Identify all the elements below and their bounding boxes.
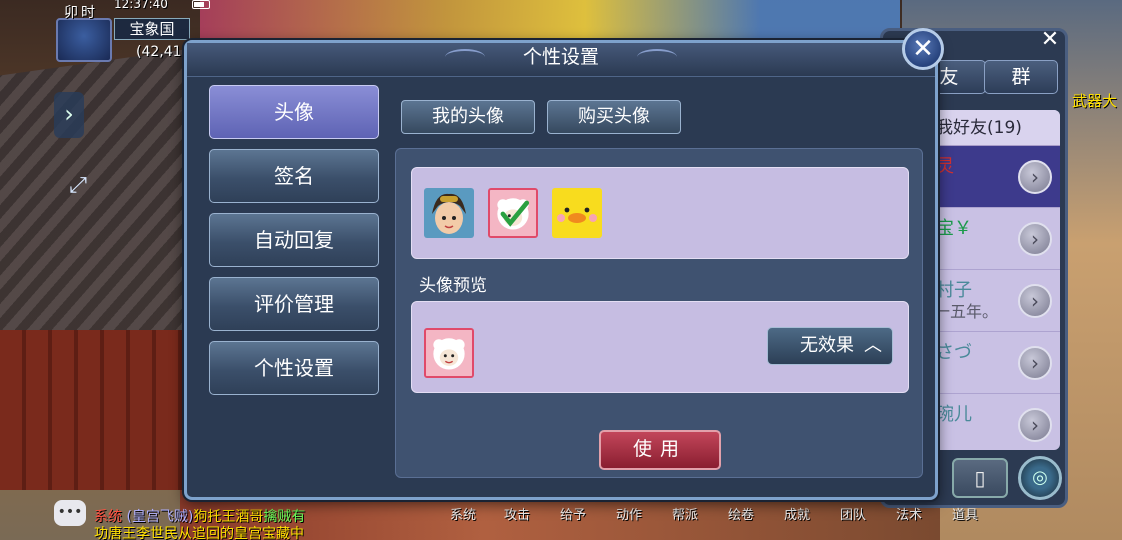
weapon-npc-label: 武器大 [1072, 92, 1118, 110]
menu-achievement[interactable]: 成就 [784, 504, 810, 523]
avatar-preview-image [424, 328, 474, 378]
friend-name: 琬儿 [936, 404, 972, 425]
chevron-right-icon[interactable]: › [1018, 222, 1052, 256]
effect-dropdown-label: 无效果 [800, 335, 854, 356]
friend-row[interactable]: 灵 › [934, 146, 1060, 208]
menu-items[interactable]: 道具 [952, 504, 978, 523]
friend-list-header[interactable]: 我好友(19) [934, 110, 1060, 146]
expand-left-arrow-icon[interactable]: › [54, 92, 84, 138]
avatar-option-hero[interactable] [424, 188, 474, 238]
clock-label: 12:37:40 [114, 0, 168, 11]
chevron-up-icon: ︿ [864, 335, 882, 356]
player-avatar[interactable] [56, 18, 112, 62]
dialog-titlebar: 个性设置 [187, 43, 935, 77]
effect-dropdown[interactable]: 无效果 ︿ [767, 327, 893, 365]
shichen-label: 卯时 [64, 5, 98, 21]
battery-icon [192, 0, 210, 9]
location-coords: (42,41 [136, 44, 182, 60]
tab-groups[interactable]: 群 [984, 60, 1058, 94]
menu-skill[interactable]: 法术 [896, 504, 922, 523]
menu-system[interactable]: 系统 [450, 504, 476, 523]
menu-scroll[interactable]: 绘卷 [728, 504, 754, 523]
avatar-option-sheep-selected[interactable] [488, 188, 538, 238]
friend-name: 宝￥ [936, 218, 972, 239]
location-name[interactable]: 宝象国 [114, 18, 190, 40]
menu-action[interactable]: 动作 [616, 504, 642, 523]
personal-settings-dialog: 个性设置 头像 签名 自动回复 评价管理 个性设置 我的头像 购买头像 头像预览… [184, 40, 938, 500]
chevron-right-icon[interactable]: › [1018, 408, 1052, 442]
friend-panel-close-icon[interactable]: ✕ [1033, 26, 1067, 56]
tab-buy-avatars[interactable]: 购买头像 [547, 100, 681, 134]
menu-team[interactable]: 团队 [840, 504, 866, 523]
chevron-right-icon[interactable]: › [1018, 160, 1052, 194]
dialog-close-icon[interactable]: ✕ [902, 28, 944, 70]
chevron-right-icon[interactable]: › [1018, 284, 1052, 318]
fullscreen-expand-icon[interactable]: ⤢ [58, 166, 98, 206]
friend-row[interactable]: 宝￥ › [934, 208, 1060, 270]
nav-auto-reply[interactable]: 自动回复 [209, 213, 379, 267]
menu-give[interactable]: 给予 [560, 504, 586, 523]
friend-row[interactable]: さづ › [934, 332, 1060, 394]
avatar-grid [411, 167, 909, 259]
menu-guild[interactable]: 帮派 [672, 504, 698, 523]
friend-row[interactable]: 琬儿 › [934, 394, 1060, 450]
friend-name: さづ [936, 342, 972, 363]
friend-signature: 一五年。 [934, 302, 999, 321]
chat-bubble-icon[interactable]: ◎ [1018, 456, 1062, 500]
dialog-title: 个性设置 [522, 46, 599, 68]
tab-my-avatars[interactable]: 我的头像 [401, 100, 535, 134]
chat-icon[interactable]: ••• [54, 500, 86, 526]
menu-attack[interactable]: 攻击 [504, 504, 530, 523]
friend-name: 灵 [936, 156, 954, 177]
nav-avatar[interactable]: 头像 [209, 85, 379, 139]
world-top-scenery [200, 0, 900, 45]
nav-personal-settings[interactable]: 个性设置 [209, 341, 379, 395]
avatar-preview-label: 头像预览 [419, 276, 487, 296]
contacts-book-icon[interactable]: ▯ [952, 458, 1008, 498]
chevron-right-icon[interactable]: › [1018, 346, 1052, 380]
chat-message-continued: 功唐王李世民从追回的皇宫宝藏中 [94, 526, 304, 540]
friend-list: 我好友(19) 灵 › 宝￥ › 村子 一五年。 › さづ › 琬儿 › [934, 110, 1060, 450]
nav-review-management[interactable]: 评价管理 [209, 277, 379, 331]
red-building-wall [0, 330, 190, 490]
use-button[interactable]: 使用 [599, 430, 721, 470]
nav-signature[interactable]: 签名 [209, 149, 379, 203]
friend-row[interactable]: 村子 一五年。 › [934, 270, 1060, 332]
avatar-option-duck[interactable] [552, 188, 602, 238]
